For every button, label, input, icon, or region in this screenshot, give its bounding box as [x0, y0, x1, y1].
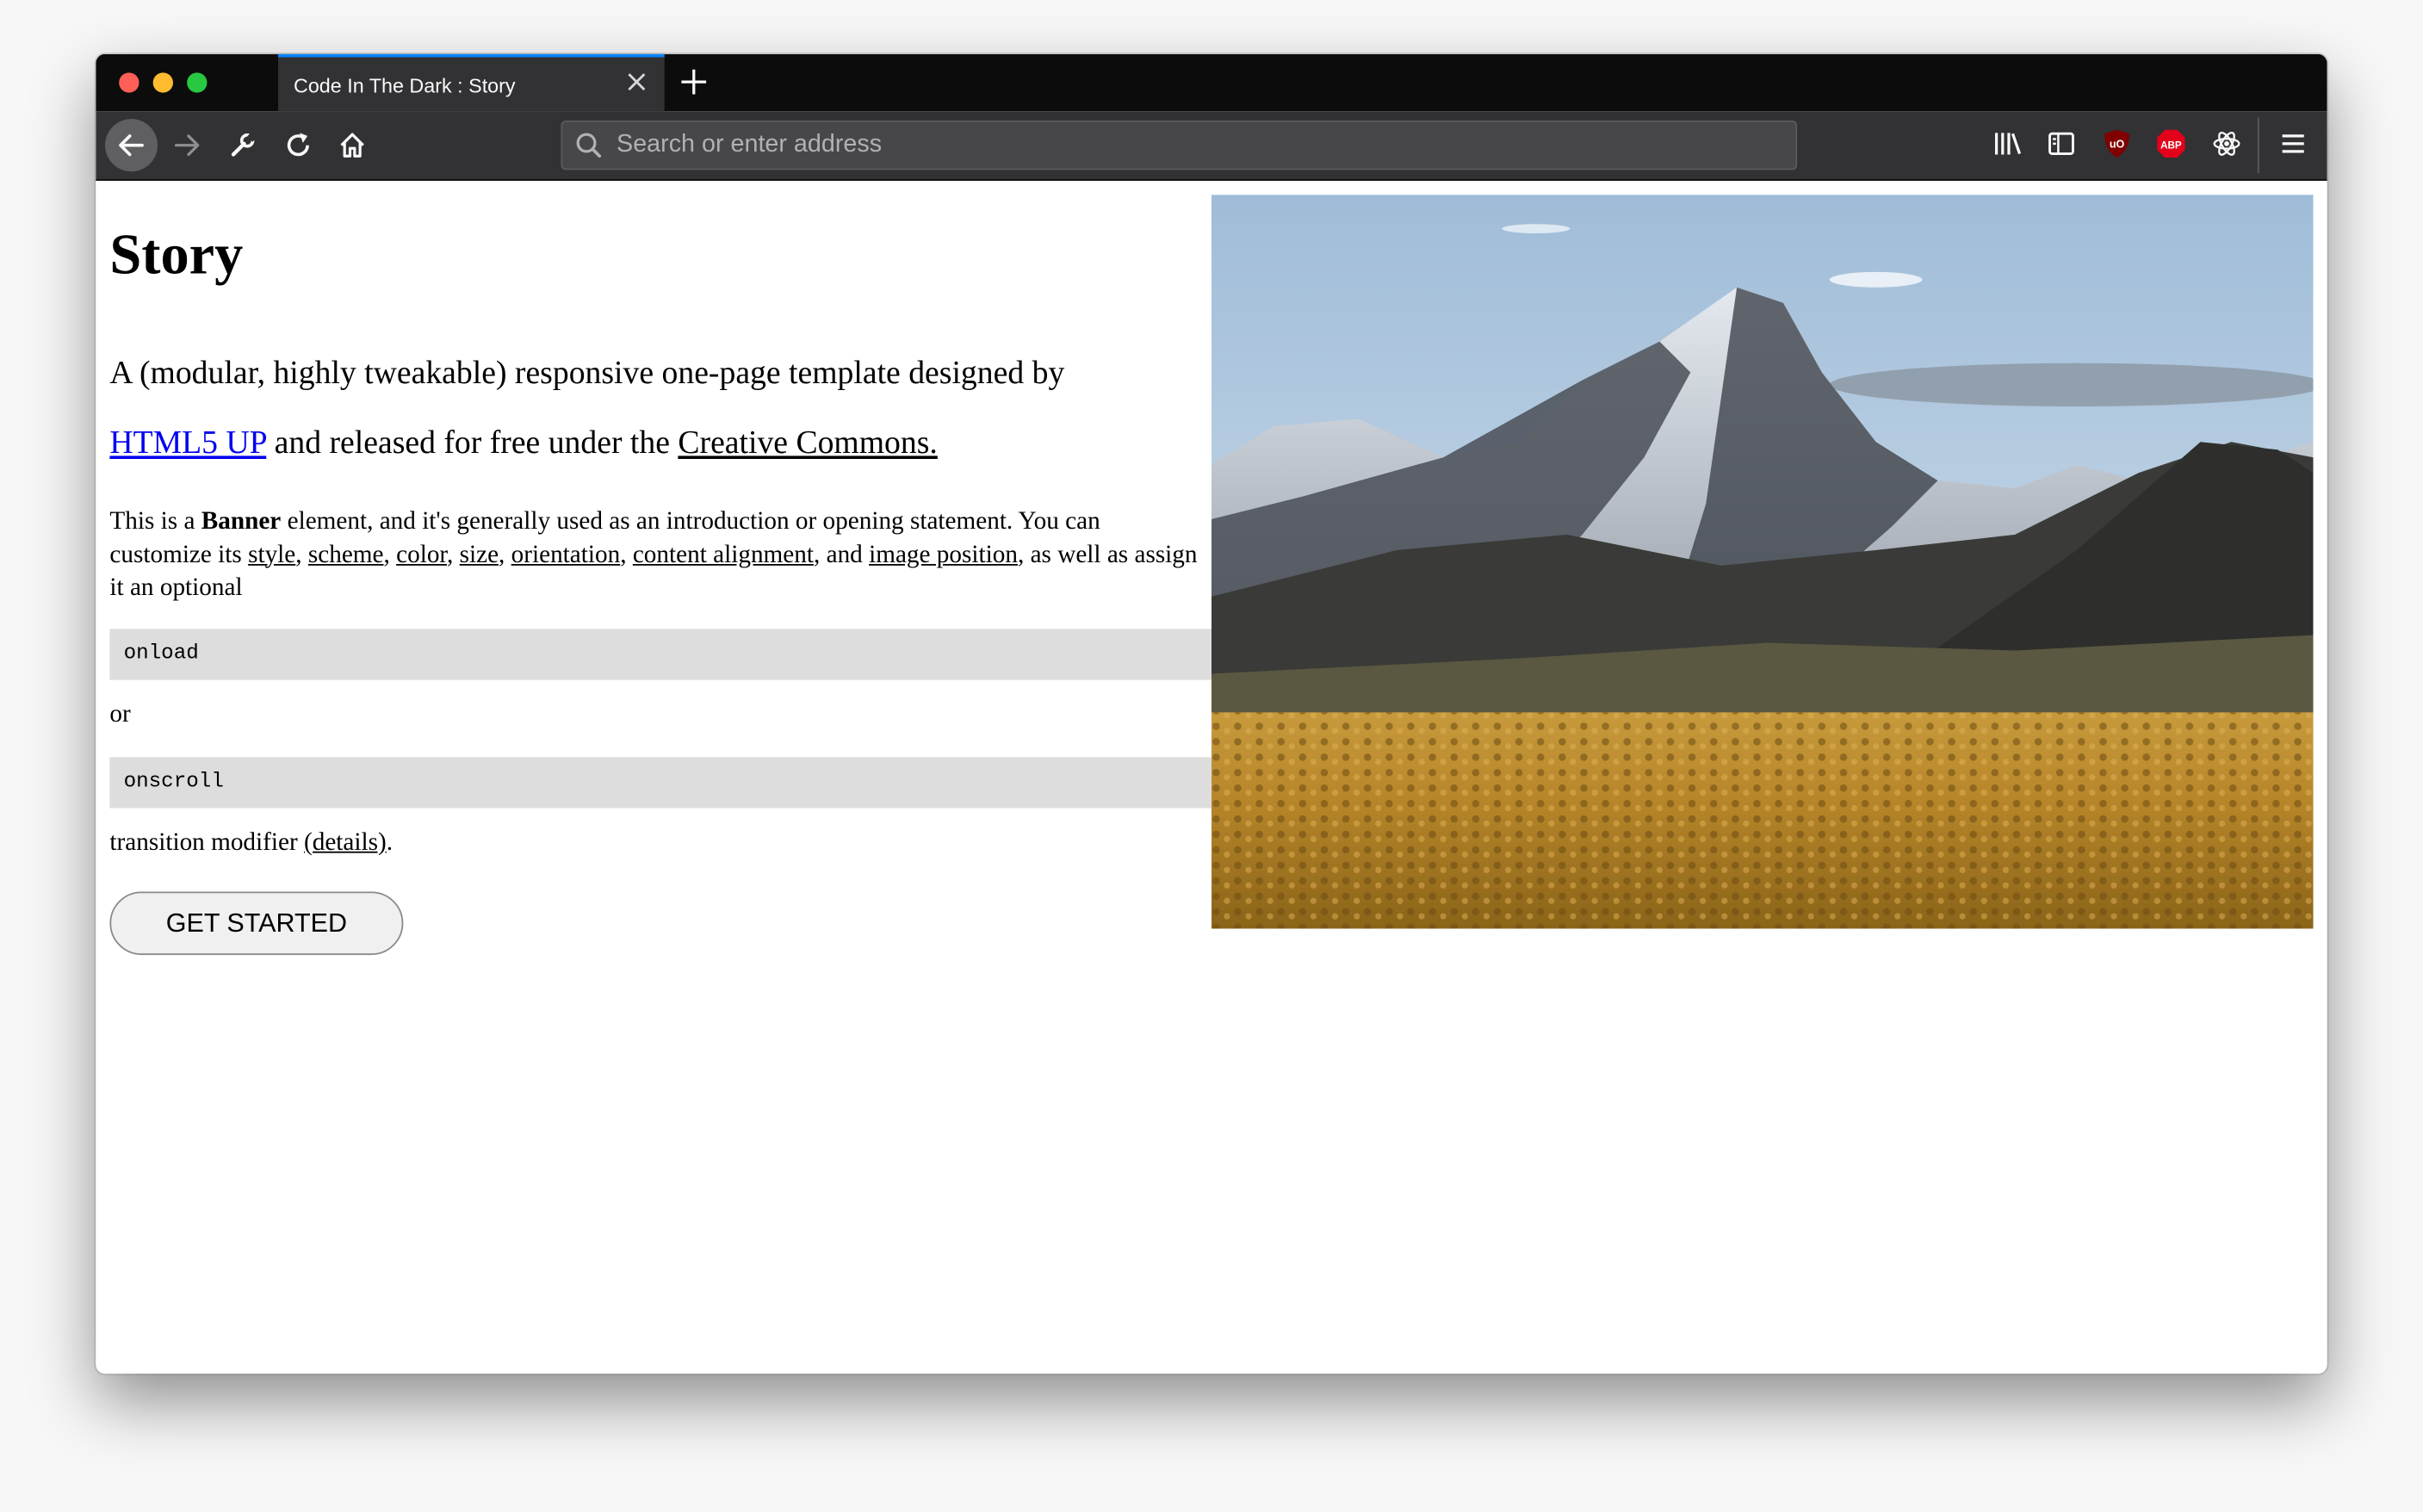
home-icon[interactable] — [329, 122, 375, 169]
banner-bold-text: Banner — [201, 505, 282, 535]
tab-bar: Code In The Dark : Story — [96, 53, 2327, 112]
adblock-plus-icon[interactable]: ABP — [2153, 125, 2190, 162]
react-devtools-icon[interactable] — [2208, 125, 2245, 162]
color-link[interactable]: color — [396, 538, 447, 567]
details-link[interactable]: (details) — [304, 827, 387, 856]
new-tab-icon[interactable] — [677, 65, 710, 98]
mountain-landscape-image — [1211, 195, 2314, 929]
orientation-link[interactable]: orientation — [511, 538, 621, 567]
creative-commons-link[interactable]: Creative Commons. — [678, 424, 937, 461]
content-alignment-link[interactable]: content alignment — [633, 538, 814, 567]
lead-text-2: and released for free under the — [266, 423, 679, 461]
abp-badge: ABP — [2160, 139, 2182, 151]
sidebar-icon[interactable] — [2042, 125, 2079, 162]
transition-label: transition modifier — [109, 827, 305, 857]
maximize-window-button[interactable] — [187, 72, 208, 93]
banner-description: This is a Banner element, and it's gener… — [109, 505, 1198, 602]
image-position-link[interactable]: image position — [869, 538, 1018, 567]
address-bar[interactable] — [561, 120, 1798, 170]
search-icon — [575, 132, 603, 159]
page-title: Story — [109, 224, 244, 288]
banner-text-1: This is a — [109, 505, 201, 535]
developer-tools-wrench-icon[interactable] — [220, 122, 266, 169]
navigation-toolbar: uO ABP — [96, 111, 2327, 181]
minimize-window-button[interactable] — [152, 72, 173, 93]
transition-period: . — [386, 827, 394, 857]
code-block-onload: onload — [109, 629, 1212, 680]
code-block-onscroll: onscroll — [109, 757, 1212, 809]
page-content: Story A (modular, highly tweakable) resp… — [96, 180, 2327, 1374]
address-input[interactable] — [617, 121, 1761, 169]
tab-title: Code In The Dark : Story — [293, 74, 516, 98]
library-icon[interactable] — [1989, 125, 2026, 162]
lead-text: A (modular, highly tweakable) responsive… — [109, 353, 1065, 392]
active-tab[interactable]: Code In The Dark : Story — [278, 53, 665, 112]
or-text: or — [109, 698, 131, 728]
get-started-button[interactable]: GET STARTED — [109, 891, 404, 956]
ublock-origin-icon[interactable]: uO — [2098, 125, 2135, 162]
back-icon[interactable] — [105, 119, 158, 172]
size-link[interactable]: size — [460, 538, 499, 567]
reload-icon[interactable] — [275, 122, 321, 169]
close-tab-icon[interactable] — [624, 70, 649, 95]
hamburger-menu-icon[interactable] — [2275, 125, 2312, 162]
browser-window: Code In The Dark : Story Search or enter… — [96, 53, 2327, 1374]
style-link[interactable]: style — [248, 538, 295, 567]
lead-paragraph: A (modular, highly tweakable) responsive… — [109, 338, 1222, 478]
forward-icon[interactable] — [164, 122, 210, 169]
scheme-link[interactable]: scheme — [308, 538, 384, 567]
transition-text: transition modifier (details). — [109, 827, 393, 858]
html5up-link[interactable]: HTML5 UP — [109, 424, 266, 461]
toolbar-separator — [2257, 117, 2259, 173]
ublock-badge: uO — [2110, 138, 2125, 150]
close-window-button[interactable] — [119, 72, 139, 93]
